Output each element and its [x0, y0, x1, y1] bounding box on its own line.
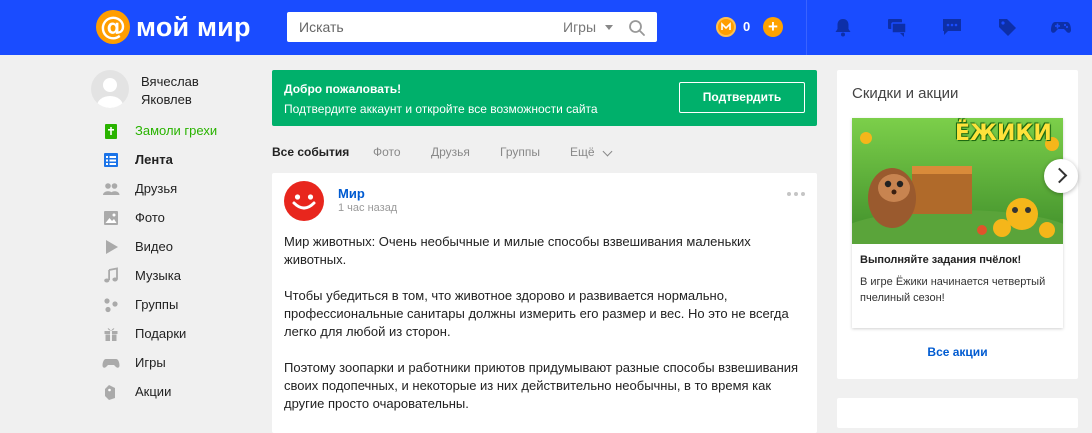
secondary-widget [837, 398, 1078, 428]
feed-post: Мир 1 час назад Мир животных: Очень необ… [272, 173, 817, 433]
tab-friends[interactable]: Друзья [431, 145, 470, 159]
gift-icon [102, 325, 120, 343]
chevron-down-icon[interactable] [605, 25, 613, 30]
welcome-banner: Добро пожаловать! Подтвердите аккаунт и … [272, 70, 817, 126]
groups-icon [102, 296, 120, 314]
post-paragraph: Поэтому зоопарки и работники приютов при… [284, 360, 799, 411]
post-paragraph: Мир животных: Очень необычные и милые сп… [284, 234, 751, 267]
post-text: Мир животных: Очень необычные и милые сп… [284, 233, 804, 431]
notifications-bell-icon[interactable] [832, 16, 854, 38]
add-coins-button[interactable]: + [763, 17, 783, 37]
tab-more[interactable]: Ещё [570, 145, 595, 159]
photo-icon [102, 209, 120, 227]
sidebar-item-feed[interactable]: Лента [102, 149, 173, 171]
search-category-select[interactable]: Игры [563, 19, 596, 35]
sidebar-item-label: Лента [135, 152, 173, 167]
video-icon [102, 238, 120, 256]
sidebar-item-label: Видео [135, 239, 173, 254]
welcome-subtitle: Подтвердите аккаунт и откройте все возмо… [284, 102, 598, 116]
sidebar-item-video[interactable]: Видео [102, 236, 173, 258]
feed-icon [102, 151, 120, 169]
promo-title: Скидки и акции [852, 85, 959, 102]
games-icon [102, 354, 120, 372]
friends-icon [102, 180, 120, 198]
messages-icon[interactable] [886, 16, 908, 38]
all-promos-link[interactable]: Все акции [837, 345, 1078, 359]
tab-groups[interactable]: Группы [500, 145, 540, 159]
more-options-icon[interactable] [787, 192, 805, 196]
sidebar-item-label: Фото [135, 210, 165, 225]
sidebar-item-label: Замоли грехи [135, 123, 218, 138]
sidebar-item-label: Игры [135, 355, 166, 370]
tag-icon[interactable] [996, 16, 1018, 38]
search-icon[interactable] [628, 19, 646, 37]
tab-all-events[interactable]: Все события [272, 145, 349, 159]
sidebar-item-photo[interactable]: Фото [102, 207, 165, 229]
profile-name[interactable]: Вячеслав Яковлев [141, 73, 251, 109]
bible-icon [102, 122, 120, 140]
sidebar-item-label: Группы [135, 297, 179, 312]
search-input[interactable] [299, 12, 539, 42]
sidebar-item-label: Музыка [135, 268, 181, 283]
top-header: @ мой мир Игры 0 + [0, 0, 1092, 55]
coin-count: 0 [743, 19, 751, 34]
sidebar-item-friends[interactable]: Друзья [102, 178, 177, 200]
promo-card-text: В игре Ёжики начинается четвертый пчелин… [860, 276, 1046, 304]
music-icon [102, 267, 120, 285]
sidebar-item-label: Друзья [135, 181, 178, 196]
sidebar-item-label: Акции [135, 384, 172, 399]
promo-widget: Скидки и акции ЁЖИКИ Выполняйте задания … [837, 70, 1078, 379]
logo-text: мой мир [136, 11, 251, 42]
sidebar-item-groups[interactable]: Группы [102, 294, 178, 316]
chevron-down-icon[interactable] [602, 146, 613, 157]
welcome-title: Добро пожаловать! [284, 82, 402, 96]
coin-icon[interactable] [716, 17, 736, 37]
promo-game-logo: ЁЖИКИ [955, 121, 1052, 146]
promo-game-image[interactable]: ЁЖИКИ [852, 118, 1063, 244]
header-divider [806, 0, 807, 55]
sidebar-item-promos[interactable]: Акции [102, 381, 171, 403]
post-author-name[interactable]: Мир [338, 186, 365, 201]
sidebar-item-music[interactable]: Музыка [102, 265, 181, 287]
post-timestamp: 1 час назад [338, 202, 398, 214]
tab-photo[interactable]: Фото [373, 145, 401, 159]
chat-icon[interactable] [941, 16, 963, 38]
promo-tag-icon [102, 383, 120, 401]
sidebar-item-pray[interactable]: Замоли грехи [102, 120, 217, 142]
promo-card[interactable]: ЁЖИКИ Выполняйте задания пчёлок! В игре … [852, 118, 1063, 328]
post-paragraph: Чтобы убедиться в том, что животное здор… [284, 288, 789, 339]
post-author-avatar[interactable] [284, 181, 324, 221]
gamepad-icon[interactable] [1050, 16, 1072, 38]
sidebar-item-gifts[interactable]: Подарки [102, 323, 186, 345]
promo-card-title: Выполняйте задания пчёлок! [860, 254, 1022, 266]
sidebar-item-games[interactable]: Игры [102, 352, 166, 374]
logo[interactable]: @ мой мир [96, 9, 251, 45]
confirm-account-button[interactable]: Подтвердить [679, 82, 805, 113]
avatar[interactable] [91, 70, 129, 108]
logo-at-icon: @ [96, 10, 130, 44]
chevron-right-icon[interactable] [1044, 159, 1078, 193]
search-box: Игры [287, 12, 657, 42]
sidebar-item-label: Подарки [135, 326, 187, 341]
